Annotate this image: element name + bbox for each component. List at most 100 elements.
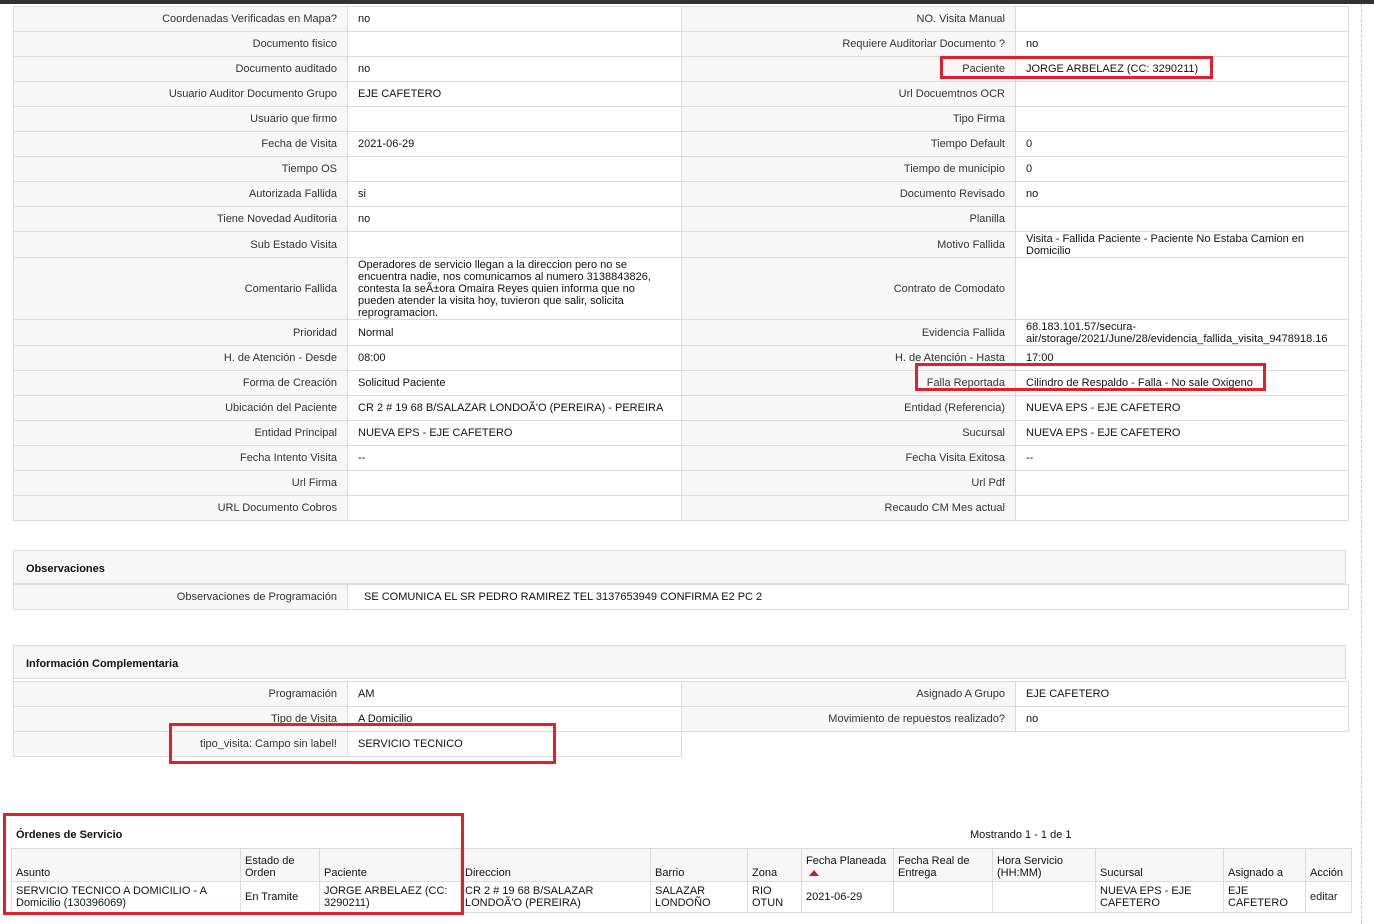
col-accion: Acción	[1305, 848, 1352, 882]
col-asignado[interactable]: Asignado a	[1223, 848, 1306, 882]
detail-value: 0	[1015, 131, 1349, 157]
detail-value	[347, 495, 682, 521]
detail-label: Programación	[13, 681, 348, 707]
detail-value	[347, 231, 682, 258]
cell-barrio: SALAZAR LONDOÑO	[650, 881, 748, 913]
detail-label: Sucursal	[681, 420, 1016, 446]
visit-detail-table: Coordenadas Verificadas en Mapa? no NO. Vi…	[13, 6, 1349, 521]
detail-value: no	[347, 6, 682, 32]
detail-label: Tipo Firma	[681, 106, 1016, 132]
col-zona[interactable]: Zona	[747, 848, 802, 882]
detail-label: Tiempo de municipio	[681, 156, 1016, 182]
detail-value: 2021-06-29	[347, 131, 682, 157]
detail-value	[347, 156, 682, 182]
detail-row: Coordenadas Verificadas en Mapa? no NO. Vi…	[13, 6, 1349, 32]
detail-label: Requiere Auditoriar Documento ?	[681, 31, 1016, 57]
detail-value	[1015, 206, 1349, 232]
detail-value: Cilindro de Respaldo - Falla - No sale O…	[1015, 370, 1349, 396]
observaciones-value: SE COMUNICA EL SR PEDRO RAMIREZ TEL 3137…	[347, 584, 1349, 610]
detail-value: A Domicilio	[347, 706, 682, 732]
detail-value: no	[1015, 31, 1349, 57]
detail-value	[1015, 470, 1349, 496]
detail-label: Url Docuemtnos OCR	[681, 81, 1016, 107]
tipo-visita-label: tipo_visita: Campo sin label!	[13, 731, 348, 757]
col-estado[interactable]: Estado de Orden	[240, 848, 320, 882]
detail-label: Tipo de Visita	[13, 706, 348, 732]
detail-label: Fecha de Visita	[13, 131, 348, 157]
cell-paciente: JORGE ARBELAEZ (CC: 3290211)	[319, 881, 461, 913]
ordenes-table: Asunto Estado de Orden Paciente Direccio…	[11, 848, 1352, 913]
edit-link[interactable]: editar	[1310, 891, 1338, 903]
detail-label: Recaudo CM Mes actual	[681, 495, 1016, 521]
col-asunto[interactable]: Asunto	[11, 848, 241, 882]
observaciones-label: Observaciones de Programación	[13, 584, 348, 610]
detail-label: Fecha Visita Exitosa	[681, 445, 1016, 471]
detail-value: Normal	[347, 319, 682, 346]
detail-label: NO. Visita Manual	[681, 6, 1016, 32]
detail-row: Tiene Novedad Auditoria no Planilla	[13, 206, 1349, 232]
detail-row: Fecha Intento Visita -- Fecha Visita Exito…	[13, 445, 1349, 471]
detail-row: Sub Estado Visita Motivo Fallida Visita - …	[13, 231, 1349, 258]
col-fecha-real[interactable]: Fecha Real de Entrega	[893, 848, 993, 882]
detail-label: Asignado A Grupo	[681, 681, 1016, 707]
detail-label: Tiempo OS	[13, 156, 348, 182]
detail-value: NUEVA EPS - EJE CAFETERO	[347, 420, 682, 446]
detail-row: Usuario Auditor Documento Grupo EJE CAFET…	[13, 81, 1349, 107]
detail-label: Documento fisico	[13, 31, 348, 57]
detail-label: Prioridad	[13, 319, 348, 346]
detail-row: Autorizada Fallida si Documento Revisado no	[13, 181, 1349, 207]
detail-value: --	[1015, 445, 1349, 471]
cell-asignado: EJE CAFETERO	[1223, 881, 1306, 913]
col-hora-servicio[interactable]: Hora Servicio (HH:MM)	[992, 848, 1096, 882]
col-direccion[interactable]: Direccion	[460, 848, 651, 882]
detail-label: Fecha Intento Visita	[13, 445, 348, 471]
col-fecha-planeada[interactable]: Fecha Planeada	[801, 848, 894, 882]
detail-label: Tiene Novedad Auditoria	[13, 206, 348, 232]
detail-label: Coordenadas Verificadas en Mapa?	[13, 6, 348, 32]
detail-label: Comentario Fallida	[13, 257, 348, 320]
detail-row: Url Firma Url Pdf	[13, 470, 1349, 496]
cell-fecha-real	[893, 881, 993, 913]
detail-value: EJE CAFETERO	[1015, 681, 1349, 707]
cell-estado: En Tramite	[240, 881, 320, 913]
detail-value: 17:00	[1015, 345, 1349, 371]
detail-row: H. de Atención - Desde 08:00 H. de Atenció…	[13, 345, 1349, 371]
detail-value: --	[347, 445, 682, 471]
detail-label: Url Firma	[13, 470, 348, 496]
col-barrio[interactable]: Barrio	[650, 848, 748, 882]
col-paciente[interactable]: Paciente	[319, 848, 461, 882]
detail-label: Documento auditado	[13, 56, 348, 82]
detail-label: Forma de Creación	[13, 370, 348, 396]
detail-label: Usuario que firmo	[13, 106, 348, 132]
detail-label: H. de Atención - Desde	[13, 345, 348, 371]
table-row[interactable]: SERVICIO TECNICO A DOMICILIO - A Domicil…	[11, 881, 1352, 913]
detail-value	[1015, 6, 1349, 32]
detail-value: NUEVA EPS - EJE CAFETERO	[1015, 420, 1349, 446]
detail-row: Forma de Creación Solicitud Paciente Falla…	[13, 370, 1349, 396]
detail-value: no	[347, 206, 682, 232]
detail-value	[1015, 81, 1349, 107]
detail-label: Entidad Principal	[13, 420, 348, 446]
detail-value: JORGE ARBELAEZ (CC: 3290211)	[1015, 56, 1349, 82]
detail-row: Tiempo OS Tiempo de municipio 0	[13, 156, 1349, 182]
detail-row: Prioridad Normal Evidencia Fallida 68.183.1…	[13, 319, 1349, 346]
detail-row: Ubicación del Paciente CR 2 # 19 68 B/SAL…	[13, 395, 1349, 421]
sort-asc-icon[interactable]	[809, 870, 819, 877]
empty-cell	[1015, 731, 1349, 757]
detail-label: Falla Reportada	[681, 370, 1016, 396]
detail-value: AM	[347, 681, 682, 707]
tipo-visita-value: SERVICIO TECNICO	[347, 731, 682, 757]
detail-value	[347, 31, 682, 57]
complementaria-table: Programación AM Asignado A Grupo EJE CAF…	[13, 681, 1349, 757]
detail-label: Movimiento de repuestos realizado?	[681, 706, 1016, 732]
detail-label: Sub Estado Visita	[13, 231, 348, 258]
detail-label: Paciente	[681, 56, 1016, 82]
detail-value: no	[1015, 706, 1349, 732]
col-sucursal[interactable]: Sucursal	[1095, 848, 1224, 882]
detail-label: Autorizada Fallida	[13, 181, 348, 207]
detail-value: Operadores de servicio llegan a la direc…	[347, 257, 682, 320]
cell-asunto: SERVICIO TECNICO A DOMICILIO - A Domicil…	[11, 881, 241, 913]
detail-value: NUEVA EPS - EJE CAFETERO	[1015, 395, 1349, 421]
empty-cell	[681, 731, 1016, 757]
detail-label: Usuario Auditor Documento Grupo	[13, 81, 348, 107]
